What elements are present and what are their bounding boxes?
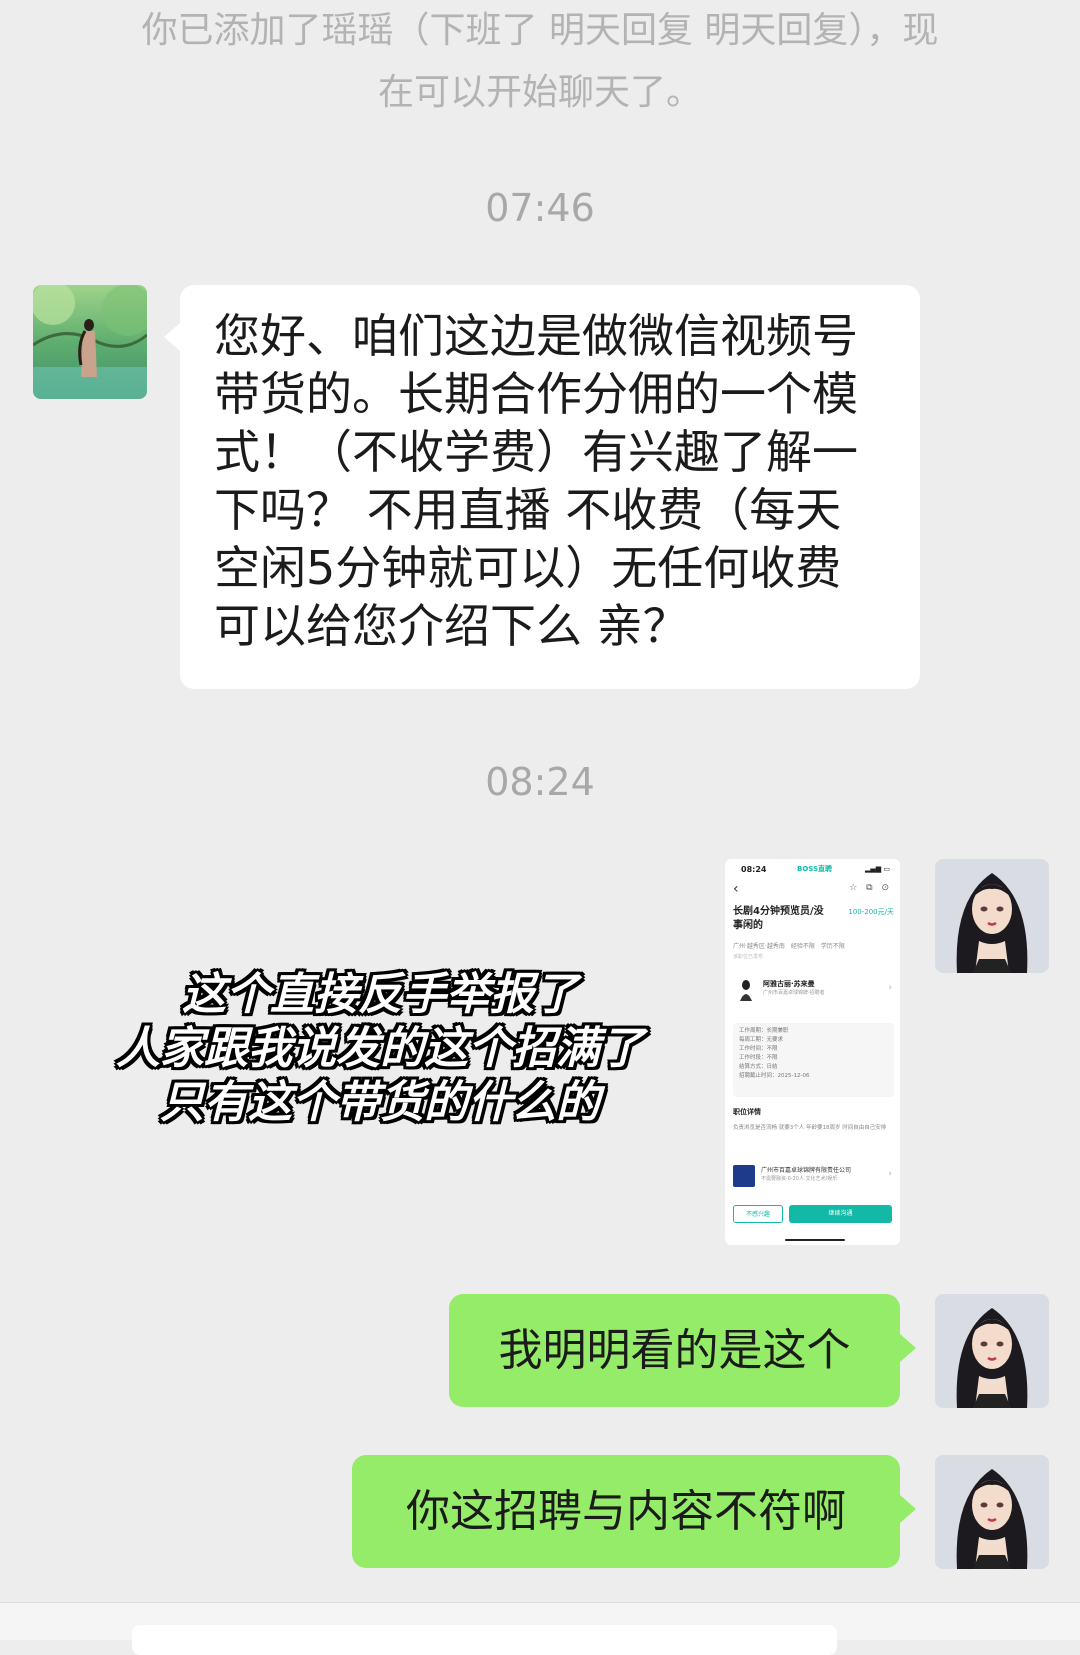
job-title: 长剧4分钟预览员/没事闲的 [733,906,824,931]
system-notice: 你已添加了瑶瑶（下班了 明天回复 明天回复），现 在可以开始聊天了。 [80,0,1000,124]
chevron-right-icon: › [888,1169,892,1179]
my-avatar-illustration [935,1294,1049,1408]
message-line: 可以给您介绍下么 亲？ [214,599,689,653]
my-avatar[interactable] [935,1455,1049,1569]
caption-line: 这个直接反手举报了 [182,969,578,1020]
system-notice-line: 你已添加了瑶瑶（下班了 明天回复 明天回复），现 [141,10,939,51]
info-row: 每周工期：无要求 [739,1037,784,1043]
info-row: 招聘截止时间：2025-12-06 [739,1073,810,1079]
message-line: 带货的。长期合作分佣的一个模 [214,367,858,421]
continue-chat-button: 继续沟通 [789,1205,892,1223]
info-row: 结算方式：日结 [739,1064,778,1070]
recruiter-avatar [740,980,752,1001]
message-line: 您好、咱们这边是做微信视频号 [214,309,858,363]
home-indicator [785,1239,845,1241]
caption-line: 人家跟我说发的这个招满了 [116,1023,644,1074]
share-icons: ☆ ⧉ ⊙ [849,883,892,893]
info-row: 工作周期：长期兼职 [739,1028,789,1034]
job-info-grid: 工作周期：长期兼职 每周工期：无要求 工作时间：不限 工作时段：不限 结算方式：… [733,1023,894,1097]
signal-icon: ▂▄▆ ▭ [865,865,890,873]
my-avatar-illustration [935,1455,1049,1569]
timestamp: 07:46 [485,186,595,230]
info-row: 工作时间：不限 [739,1046,778,1052]
job-tags: 广州·越秀区·越秀南 经验不限 学历不限 [733,943,845,950]
job-screenshot-image[interactable]: 08:24 BOSS直聘 ▂▄▆ ▭ ‹ ☆ ⧉ ⊙ 长剧4分钟预览员/没事闲的… [725,859,900,1245]
status-time: 08:24 [741,865,767,874]
outgoing-message-bubble[interactable]: 你这招聘与内容不符啊 [352,1455,916,1568]
message-input[interactable] [132,1625,837,1655]
info-row: 工作时段：不限 [739,1055,778,1061]
chat-input-bar [0,1602,1080,1655]
overlay-caption: 这个直接反手举报了 人家跟我说发的这个招满了 只有这个带货的什么的 [60,968,700,1130]
recruiter-company: 广州市百嘉卓球锦牌·招聘者 [763,990,825,996]
job-salary: 100-200元/天 [848,908,894,916]
contact-avatar[interactable] [33,285,147,399]
caption-line: 只有这个带货的什么的 [160,1077,600,1128]
company-row: 广州市百嘉卓球锦牌有限责任公司 不需要融资·0-20人·文化艺术/娱乐 › [731,1163,894,1189]
message-line: 下吗？ 不用直播 不收费（每天 [214,483,842,537]
company-name: 广州市百嘉卓球锦牌有限责任公司 [761,1167,852,1174]
company-meta: 不需要融资·0-20人·文化艺术/娱乐 [761,1176,838,1182]
section-title: 职位详情 [733,1108,761,1116]
job-description: 负责浏览是否流畅 就要3个人 年龄要18周岁 时间自由自己安排 [733,1125,887,1131]
job-sub-note: 该职位已发布 [733,954,764,960]
back-icon: ‹ [733,881,739,897]
message-line: 空闲5分钟就可以）无任何收费 [214,541,842,595]
recruiter-row: 阿雅古丽·苏来曼 广州市百嘉卓球锦牌·招聘者 › [733,975,894,1009]
not-interested-button: 不感兴趣 [733,1205,783,1223]
timestamp: 08:24 [485,760,595,804]
recruiter-name: 阿雅古丽·苏来曼 [763,980,815,988]
my-avatar-illustration [935,859,1049,973]
my-avatar[interactable] [935,859,1049,973]
chevron-right-icon: › [888,983,892,993]
message-line: 式！（不收学费）有兴趣了解一 [214,425,858,479]
contact-avatar-photo [33,285,147,399]
my-avatar[interactable] [935,1294,1049,1408]
brand-label: BOSS直聘 [797,865,833,873]
incoming-message-bubble[interactable]: 您好、咱们这边是做微信视频号 带货的。长期合作分佣的一个模 式！（不收学费）有兴… [164,285,920,689]
system-notice-line: 在可以开始聊天了。 [377,72,702,113]
outgoing-message-bubble[interactable]: 我明明看的是这个 [449,1294,916,1407]
company-logo [733,1165,755,1187]
